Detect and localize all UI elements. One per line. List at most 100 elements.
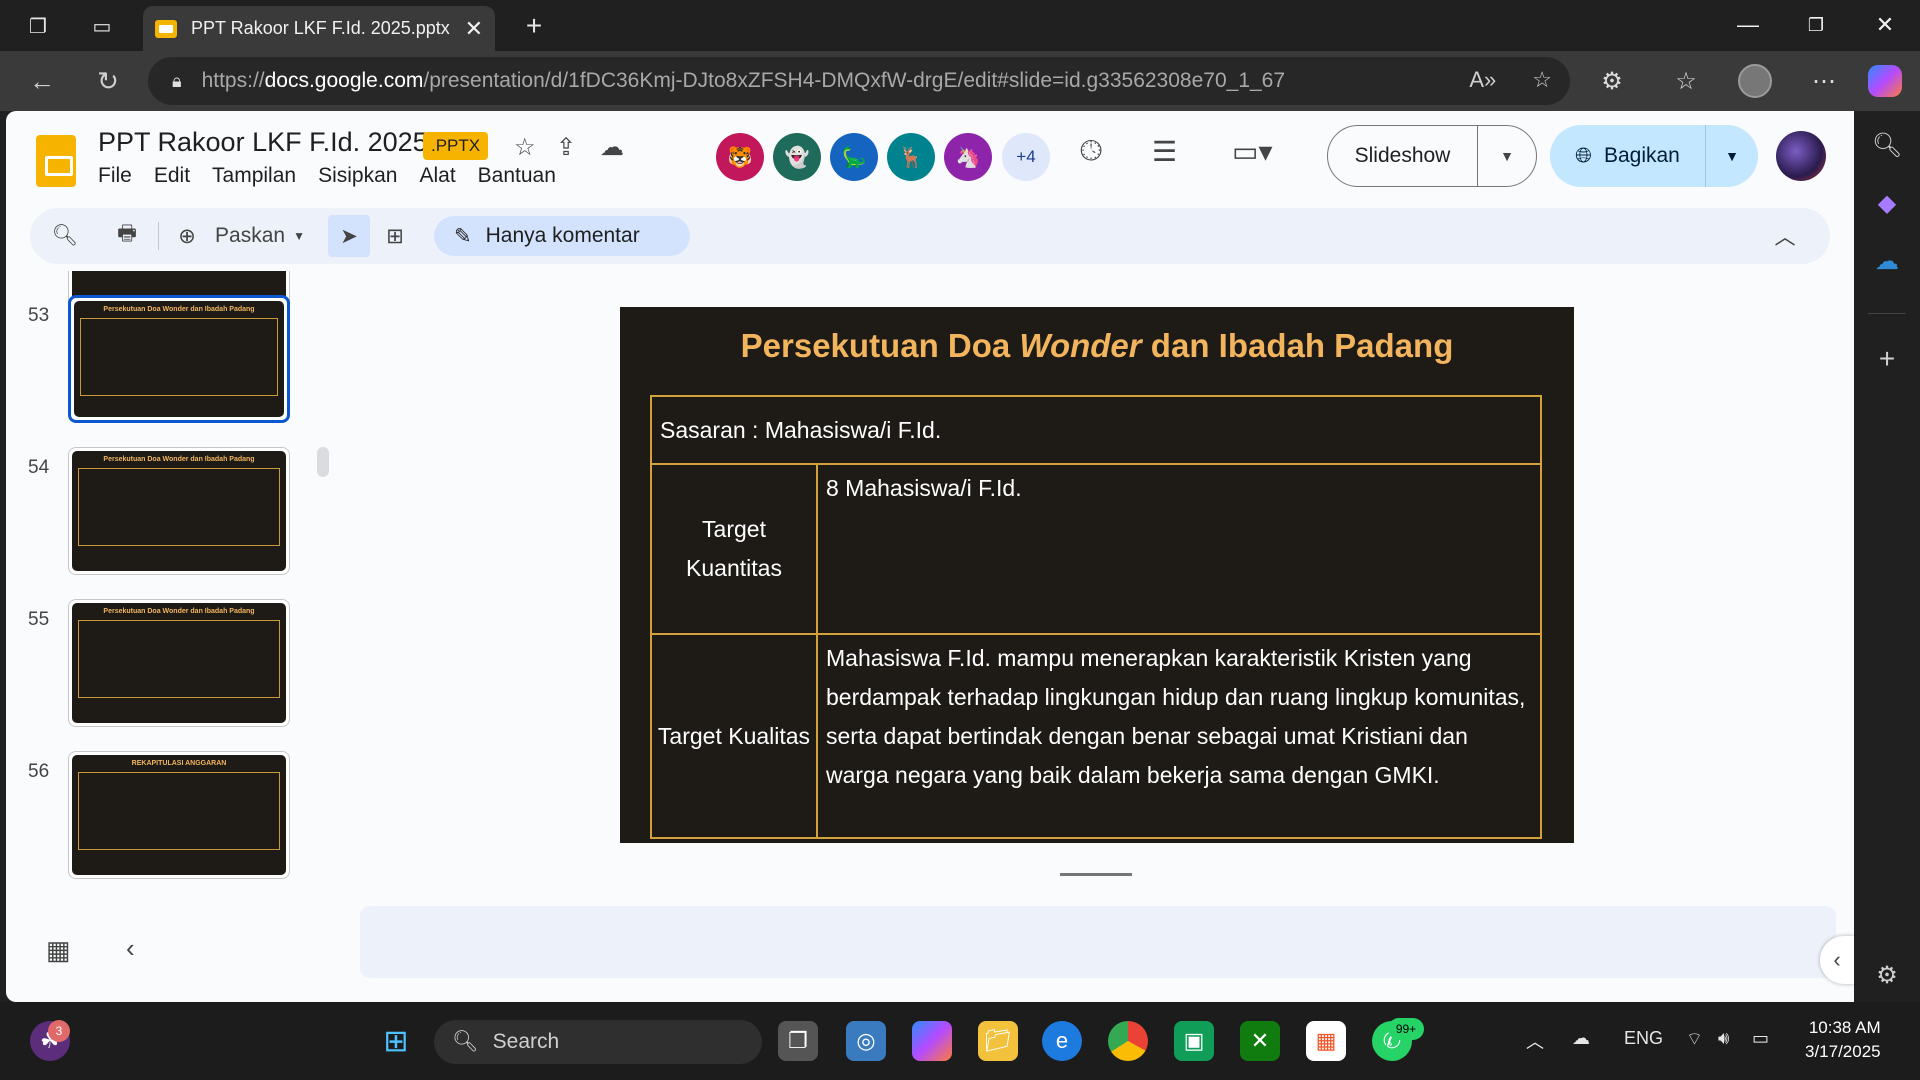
read-aloud-icon[interactable]: A» xyxy=(1469,67,1496,93)
slide-thumbnail[interactable]: Persekutuan Doa Wonder dan Ibadah Padang xyxy=(68,447,290,575)
add-sidebar-app-icon[interactable]: + xyxy=(1871,343,1903,375)
thumbnail-title: Persekutuan Doa Wonder dan Ibadah Padang xyxy=(103,456,255,463)
address-bar[interactable]: 🔒︎ https://docs.google.com/presentation/… xyxy=(148,57,1570,105)
more-collaborators[interactable]: +4 xyxy=(1002,133,1050,181)
notes-resize-handle[interactable] xyxy=(1060,873,1132,876)
account-avatar[interactable] xyxy=(1776,131,1826,181)
slide-canvas[interactable]: Persekutuan Doa Wonder dan Ibadah Padang… xyxy=(620,307,1574,843)
share-label: Bagikan xyxy=(1603,144,1680,167)
wifi-icon[interactable]: ⌔ xyxy=(1686,1028,1703,1051)
slides-favicon-icon xyxy=(155,19,177,38)
menu-edit[interactable]: Edit xyxy=(154,164,190,188)
collaborator-avatar[interactable]: 🦕 xyxy=(830,133,878,181)
tray-overflow-icon[interactable]: ︿ xyxy=(1526,1028,1544,1054)
menu-view[interactable]: Tampilan xyxy=(212,164,296,188)
slide-number: 55 xyxy=(28,609,50,630)
document-title[interactable]: PPT Rakoor LKF F.Id. 2025 xyxy=(98,127,428,158)
slideshow-label[interactable]: Slideshow xyxy=(1328,126,1478,186)
slide-thumbnail-selected[interactable]: Persekutuan Doa Wonder dan Ibadah Padang xyxy=(68,295,290,423)
browser-toolbar: ← ↻ 🔒︎ https://docs.google.com/presentat… xyxy=(0,51,1920,111)
taskbar-search[interactable]: 🔍︎ Search xyxy=(434,1020,762,1064)
zoom-select[interactable]: Paskan ▼ xyxy=(210,220,310,252)
grid-view-icon[interactable]: ▦ xyxy=(46,935,71,966)
collapse-filmstrip-icon[interactable]: ‹ xyxy=(126,933,135,964)
add-comment-icon[interactable]: ⊞ xyxy=(380,220,410,252)
profile-avatar[interactable] xyxy=(1738,64,1772,98)
search-menus-icon[interactable]: 🔍︎ xyxy=(50,220,80,252)
favorite-star-icon[interactable]: ☆ xyxy=(1532,67,1552,93)
store-icon[interactable]: ▦ xyxy=(1306,1021,1346,1061)
browser-tab-active[interactable]: PPT Rakoor LKF F.Id. 2025.pptx - G ✕ xyxy=(143,6,495,51)
window-close-icon[interactable]: ✕ xyxy=(1855,6,1915,44)
slide-thumbnail[interactable]: REKAPITULASI ANGGARAN xyxy=(68,751,290,879)
slide-table: Sasaran : Mahasiswa/i F.Id. Target Kuant… xyxy=(650,395,1542,839)
onedrive-icon[interactable]: ☁ xyxy=(1572,1028,1590,1049)
slideshow-dropdown-icon[interactable]: ▼ xyxy=(1478,148,1536,164)
edge-icon[interactable]: e xyxy=(1042,1021,1082,1061)
volume-icon[interactable]: 🔊︎ xyxy=(1718,1028,1729,1049)
slide-number: 54 xyxy=(28,457,50,478)
star-icon[interactable]: ☆ xyxy=(514,133,536,162)
collaborator-avatar[interactable]: 🦄 xyxy=(944,133,992,181)
file-explorer-icon[interactable]: 📁︎ xyxy=(978,1021,1018,1061)
minimize-icon[interactable]: — xyxy=(1718,6,1778,44)
back-icon[interactable]: ← xyxy=(24,63,60,99)
collaborator-avatar[interactable]: 🦌 xyxy=(887,133,935,181)
battery-icon[interactable]: ▭ xyxy=(1752,1028,1769,1049)
favorites-icon[interactable]: ☆ xyxy=(1668,63,1704,99)
clock-time: 10:38 AM xyxy=(1808,1018,1881,1037)
comment-only-mode-button[interactable]: ✎ Hanya komentar xyxy=(434,216,690,256)
print-icon[interactable]: 🖶 xyxy=(112,220,142,252)
filmstrip-scrollbar[interactable] xyxy=(317,447,329,477)
copilot-taskbar-icon[interactable] xyxy=(912,1021,952,1061)
clock[interactable]: 10:38 AM 3/17/2025 xyxy=(1805,1016,1881,1064)
start-icon[interactable]: ⊞ xyxy=(376,1021,416,1061)
classroom-icon[interactable]: ▣ xyxy=(1174,1021,1214,1061)
share-dropdown-icon[interactable]: ▼ xyxy=(1706,148,1758,164)
task-view-icon[interactable]: ❐ xyxy=(778,1021,818,1061)
zoom-icon[interactable]: ⊕ xyxy=(172,220,202,252)
copilot-icon[interactable] xyxy=(1868,65,1902,97)
restore-icon[interactable]: ❐ xyxy=(1786,6,1846,44)
zoom-label: Paskan xyxy=(215,224,286,247)
chrome-icon[interactable] xyxy=(1108,1021,1148,1061)
extensions-icon[interactable]: ⚙ xyxy=(1594,63,1630,99)
sidebar-divider xyxy=(1868,313,1906,314)
collaborator-avatar[interactable]: 👻 xyxy=(773,133,821,181)
select-cursor-icon[interactable]: ➤ xyxy=(328,215,370,257)
speaker-notes-panel[interactable] xyxy=(360,906,1836,978)
copilot-sidebar-icon[interactable]: ◆ xyxy=(1871,187,1903,219)
menu-file[interactable]: File xyxy=(98,164,132,188)
menu-insert[interactable]: Sisipkan xyxy=(318,164,397,188)
vertical-tabs-icon[interactable]: ▭ xyxy=(86,10,118,42)
slides-logo-icon[interactable] xyxy=(36,135,76,187)
cloud-status-icon[interactable]: ☁ xyxy=(600,133,624,162)
sasaran-cell: Sasaran : Mahasiswa/i F.Id. xyxy=(650,395,1542,465)
meet-camera-icon[interactable]: ▭▾ xyxy=(1232,135,1273,168)
share-main[interactable]: 🌐︎ Bagikan xyxy=(1550,125,1706,187)
new-tab-icon[interactable]: + xyxy=(518,10,550,42)
tab-close-icon[interactable]: ✕ xyxy=(465,16,483,42)
slideshow-button[interactable]: Slideshow ▼ xyxy=(1327,125,1537,187)
menu-help[interactable]: Bantuan xyxy=(478,164,556,188)
comments-icon[interactable]: ☰ xyxy=(1152,135,1177,168)
version-history-icon[interactable]: 🕓︎ xyxy=(1080,135,1102,168)
sidebar-settings-icon[interactable]: ⚙ xyxy=(1871,959,1903,991)
xbox-icon[interactable]: ✕ xyxy=(1240,1021,1280,1061)
outlook-icon[interactable]: ☁ xyxy=(1871,245,1903,277)
menu-tools[interactable]: Alat xyxy=(419,164,455,188)
collapse-menus-icon[interactable]: ︿ xyxy=(1770,220,1800,252)
browser-sidebar: 🔍︎ ◆ ☁ + ⚙ xyxy=(1854,111,1920,1002)
app-icon[interactable]: ◎ xyxy=(846,1021,886,1061)
share-button[interactable]: 🌐︎ Bagikan ▼ xyxy=(1550,125,1758,187)
workspaces-icon[interactable]: ❐ xyxy=(22,10,54,42)
thumbnail-title: REKAPITULASI ANGGARAN xyxy=(131,760,227,767)
collaborator-avatar[interactable]: 🐯 xyxy=(716,133,764,181)
move-to-drive-icon[interactable]: ⇪ xyxy=(556,133,576,162)
language-indicator[interactable]: ENG xyxy=(1624,1028,1663,1049)
more-menu-icon[interactable]: ⋯ xyxy=(1806,63,1842,99)
sidebar-search-icon[interactable]: 🔍︎ xyxy=(1871,129,1903,161)
slide-thumbnail[interactable]: Persekutuan Doa Wonder dan Ibadah Padang xyxy=(68,599,290,727)
target-quantity-value: 8 Mahasiswa/i F.Id. xyxy=(816,463,1542,635)
refresh-icon[interactable]: ↻ xyxy=(90,63,126,99)
